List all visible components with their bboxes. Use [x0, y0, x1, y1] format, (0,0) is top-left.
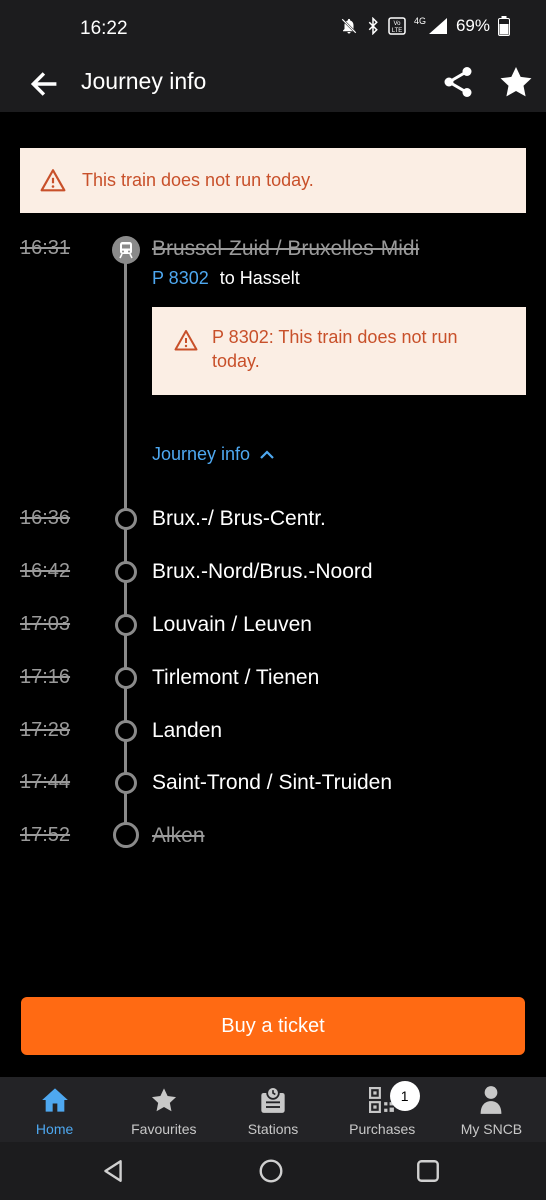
share-icon: [444, 67, 472, 97]
square-recents-icon: [417, 1160, 439, 1182]
volte-icon: VoLTE: [388, 17, 406, 35]
station-board-icon: [261, 1086, 285, 1113]
stop-marker: [115, 772, 137, 794]
triangle-back-icon: [104, 1160, 122, 1182]
nav-icon-wrap: [40, 1085, 70, 1115]
nav-stations[interactable]: Stations: [218, 1077, 327, 1142]
app-bar: Journey info: [0, 56, 546, 112]
person-icon: [481, 1086, 502, 1114]
stop-marker: [115, 667, 137, 689]
status-bar: 16:22 Vo LTE 4G 69%: [0, 0, 546, 56]
battery-percent: 69%: [455, 16, 490, 35]
nav-icon-wrap: [476, 1085, 506, 1115]
nav-stations-label: Stations: [247, 1121, 299, 1137]
stop-marker: [115, 508, 137, 530]
home-icon: [41, 1088, 68, 1112]
status-time: 16:22: [80, 18, 128, 39]
system-recents-button[interactable]: [415, 1158, 441, 1184]
stop-station[interactable]: Louvain / Leuven: [152, 613, 312, 637]
arrow-left-icon: [30, 72, 57, 96]
alert-message: This train does not run today.: [82, 170, 314, 190]
stop-time: 17:28: [20, 719, 71, 741]
back-button[interactable]: [28, 68, 60, 100]
origin-time: 16:31: [20, 237, 71, 259]
notifications-off-icon: [341, 18, 357, 34]
bottom-navigation: Home Favourites Stations 1 Purchases My …: [0, 1077, 546, 1142]
stop-marker: [115, 614, 137, 636]
purchases-badge: 1: [389, 1081, 420, 1111]
stop-time: 16:42: [20, 560, 71, 582]
system-home-button[interactable]: [258, 1158, 284, 1184]
stop-station[interactable]: Tirlemont / Tienen: [152, 666, 319, 690]
svg-text:LTE: LTE: [392, 28, 403, 34]
train-destination: to Hasselt: [219, 268, 300, 288]
train-cancellation-alert: P 8302: This train does not run today.: [152, 307, 526, 395]
nav-favourites-label: Favourites: [131, 1121, 197, 1137]
stop-station[interactable]: Brux.-Nord/Brus.-Noord: [152, 560, 373, 584]
battery-icon: [498, 16, 510, 36]
stop-time: 17:44: [20, 771, 71, 793]
star-icon: [500, 67, 532, 97]
buy-ticket-button[interactable]: Buy a ticket: [21, 997, 525, 1055]
page-title: Journey info: [81, 68, 207, 94]
nav-my-sncb[interactable]: My SNCB: [437, 1077, 546, 1142]
stop-marker: [115, 561, 137, 583]
stop-marker: [115, 720, 137, 742]
train-info: P 8302 to Hasselt: [152, 268, 300, 289]
cancellation-alert: This train does not run today.: [20, 148, 526, 213]
alert-message: P 8302: This train does not run today.: [212, 327, 458, 371]
system-navigation-bar: [0, 1142, 546, 1200]
train-icon: [119, 242, 133, 259]
network-type: 4G: [413, 16, 426, 26]
star-icon: [151, 1088, 176, 1112]
chevron-up-icon: [260, 449, 274, 459]
nav-my-sncb-label: My SNCB: [460, 1121, 523, 1137]
system-back-button[interactable]: [100, 1158, 126, 1184]
stop-marker-terminus: [113, 822, 139, 848]
stop-time: 17:52: [20, 824, 71, 846]
stop-time: 17:03: [20, 613, 71, 635]
status-icons: Vo LTE 4G 69%: [340, 16, 510, 36]
nav-purchases-label: Purchases: [349, 1121, 416, 1137]
nav-icon-wrap: [258, 1085, 288, 1115]
warning-icon: [40, 169, 66, 192]
nav-home-label: Home: [35, 1121, 74, 1137]
stop-station[interactable]: Saint-Trond / Sint-Truiden: [152, 771, 392, 795]
stop-time: 17:16: [20, 666, 71, 688]
circle-home-icon: [259, 1159, 283, 1183]
signal-icon: [428, 18, 447, 34]
favourite-button[interactable]: [498, 64, 536, 100]
warning-icon: [174, 330, 198, 351]
journey-info-label: Journey info: [152, 444, 251, 464]
stop-station[interactable]: Landen: [152, 719, 222, 743]
svg-text:Vo: Vo: [393, 21, 401, 27]
origin-station: Brussel-Zuid / Bruxelles-Midi: [152, 237, 420, 260]
stop-station[interactable]: Brux.-/ Brus-Centr.: [152, 507, 326, 531]
nav-favourites[interactable]: Favourites: [109, 1077, 218, 1142]
share-button[interactable]: [440, 64, 476, 100]
train-number[interactable]: P 8302: [152, 268, 209, 288]
nav-purchases[interactable]: 1 Purchases: [328, 1077, 437, 1142]
bluetooth-icon: [368, 17, 378, 35]
nav-icon-wrap: [149, 1085, 179, 1115]
stop-time: 16:36: [20, 507, 71, 529]
journey-info-toggle[interactable]: Journey info: [152, 444, 274, 465]
nav-home[interactable]: Home: [0, 1077, 109, 1142]
origin-marker: [112, 236, 140, 264]
stop-station[interactable]: Alken: [152, 824, 205, 848]
